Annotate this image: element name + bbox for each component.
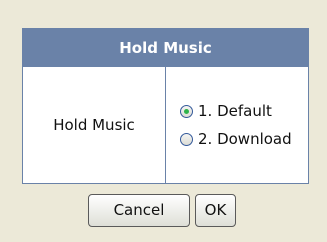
- hold-music-table: Hold Music Hold Music 1. Default 2. Down…: [22, 28, 309, 184]
- option-download[interactable]: 2. Download: [180, 125, 308, 153]
- cancel-button[interactable]: Cancel: [88, 194, 190, 227]
- radio-default[interactable]: [180, 104, 193, 118]
- dialog-title: Hold Music: [22, 28, 309, 67]
- option-default-label: 1. Default: [198, 102, 272, 120]
- hold-music-label: Hold Music: [22, 66, 166, 184]
- hold-music-panel: Hold Music Hold Music 1. Default 2. Down…: [22, 28, 309, 184]
- button-row: Cancel OK: [88, 194, 236, 227]
- option-download-label: 2. Download: [198, 130, 292, 148]
- ok-button[interactable]: OK: [195, 194, 236, 227]
- option-default[interactable]: 1. Default: [180, 97, 308, 125]
- hold-music-options: 1. Default 2. Download: [165, 66, 309, 184]
- radio-download[interactable]: [180, 132, 193, 146]
